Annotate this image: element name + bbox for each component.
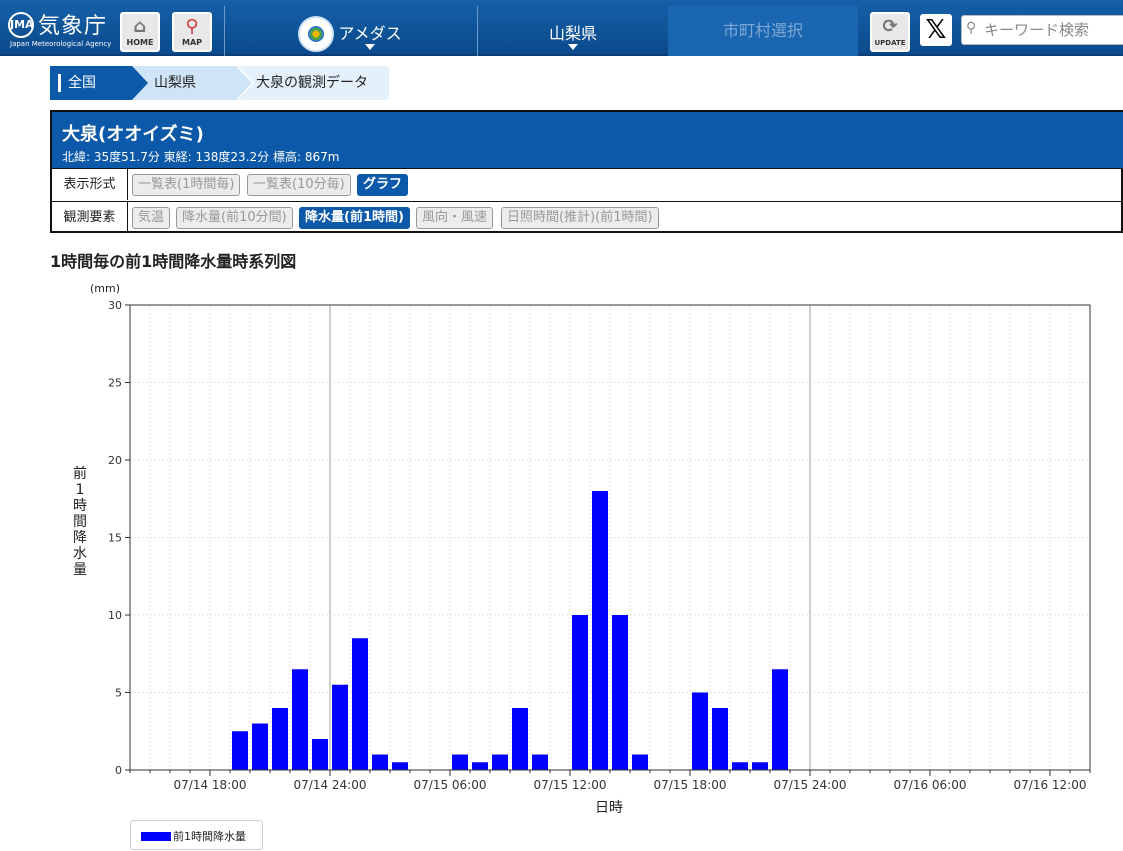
precip-bar — [492, 754, 508, 770]
y-tick-label: 15 — [108, 532, 122, 545]
precip-bar — [472, 762, 488, 770]
x-tick-label: 07/15 24:00 — [774, 778, 847, 792]
nav-prefecture-menu[interactable]: 山梨県 — [478, 6, 668, 56]
precip-bar — [512, 708, 528, 770]
y-tick-label: 20 — [108, 454, 122, 467]
refresh-icon: ⟳ — [882, 16, 898, 37]
precip-bar — [772, 669, 788, 770]
y-tick-label: 25 — [108, 377, 122, 390]
search-icon: ⚲ — [966, 20, 977, 36]
x-tick-label: 07/16 12:00 — [1014, 778, 1087, 792]
amedas-icon — [298, 16, 334, 52]
element-label: 観測要素 — [52, 202, 128, 233]
precip-bar — [752, 762, 768, 770]
precip-bar — [392, 762, 408, 770]
precip-bar — [712, 708, 728, 770]
x-tick-label: 07/14 18:00 — [174, 778, 247, 792]
format-hourly-table-button[interactable]: 一覧表(1時間毎) — [132, 174, 241, 196]
x-tick-label: 07/15 12:00 — [534, 778, 607, 792]
precip-bar — [732, 762, 748, 770]
logo-english: Japan Meteorological Agency — [10, 40, 112, 48]
precip-bar — [332, 684, 348, 770]
nav-amedas-label: アメダス — [338, 24, 402, 43]
precip-bar — [272, 708, 288, 770]
logo-title: 気象庁 — [38, 14, 108, 39]
nav-amedas-menu[interactable]: アメダス — [330, 6, 410, 56]
x-share-button[interactable]: 𝕏 — [920, 14, 952, 46]
element-precip-1hour-button[interactable]: 降水量(前1時間) — [299, 207, 410, 229]
station-name: 大泉(オオイズミ) — [62, 124, 204, 145]
search-input[interactable] — [984, 18, 1122, 42]
legend-label: 前1時間降水量 — [173, 830, 246, 843]
display-format-label: 表示形式 — [52, 169, 128, 200]
jma-logo[interactable]: JMA 気象庁 Japan Meteorological Agency — [4, 8, 112, 52]
chevron-down-icon — [365, 44, 375, 50]
precip-bar — [612, 615, 628, 770]
map-pin-icon: ⚲ — [185, 16, 199, 37]
station-coordinates: 北緯: 35度51.7分 東経: 138度23.2分 標高: 867m — [62, 150, 340, 164]
x-tick-label: 07/16 06:00 — [894, 778, 967, 792]
precipitation-bar-chart: 0 5 10 15 20 25 30 07/14 18:00 07/14 24:00 07/15 … — [108, 299, 1091, 792]
chart-title: 1時間毎の前1時間降水量時系列図 — [50, 252, 297, 271]
home-button[interactable]: ⌂ HOME — [120, 12, 160, 52]
precip-bar — [292, 669, 308, 770]
element-precip-10min-button[interactable]: 降水量(前10分間) — [176, 207, 293, 229]
breadcrumb-marker — [58, 74, 61, 92]
home-icon: ⌂ — [133, 16, 147, 37]
y-tick-label: 10 — [108, 609, 122, 622]
precip-bar — [592, 491, 608, 770]
precip-bar — [232, 731, 248, 770]
y-tick-label: 5 — [115, 687, 122, 700]
top-navigation-bar: JMA 気象庁 Japan Meteorological Agency ⌂ HO… — [0, 0, 1123, 56]
breadcrumb-item-national[interactable]: 全国 — [50, 66, 148, 100]
element-wind-button[interactable]: 風向・風速 — [416, 207, 494, 229]
y-tick-label: 0 — [115, 764, 122, 777]
update-button[interactable]: ⟳ UPDATE — [870, 12, 910, 52]
precip-bar — [532, 754, 548, 770]
precip-bar — [312, 739, 328, 770]
precip-bar — [692, 692, 708, 770]
x-tick-label: 07/14 24:00 — [294, 778, 367, 792]
precip-bar — [352, 638, 368, 770]
precip-bar — [452, 754, 468, 770]
station-header: 大泉(オオイズミ) 北緯: 35度51.7分 東経: 138度23.2分 標高:… — [52, 112, 1123, 168]
nav-city-select[interactable]: 市町村選択 — [668, 6, 858, 56]
map-label: MAP — [181, 38, 202, 47]
element-temperature-button[interactable]: 気温 — [132, 207, 171, 229]
home-label: HOME — [126, 38, 154, 47]
breadcrumb-national-label: 全国 — [68, 75, 96, 91]
element-row: 観測要素 気温 降水量(前10分間) 降水量(前1時間) 風向・風速 日照時間(… — [52, 201, 1123, 233]
display-format-row: 表示形式 一覧表(1時間毎) 一覧表(10分毎) グラフ — [52, 168, 1123, 200]
x-tick-label: 07/15 06:00 — [414, 778, 487, 792]
legend-swatch — [141, 832, 171, 841]
chart-legend[interactable]: 前1時間降水量 — [130, 820, 263, 850]
precip-bar — [632, 754, 648, 770]
precip-bar — [572, 615, 588, 770]
precip-bar — [252, 723, 268, 770]
nav-divider — [224, 6, 225, 56]
format-10min-table-button[interactable]: 一覧表(10分毎) — [247, 174, 351, 196]
map-button[interactable]: ⚲ MAP — [172, 12, 212, 52]
chevron-down-icon — [568, 44, 578, 50]
update-label: UPDATE — [874, 39, 906, 47]
jma-logo-icon: JMA — [8, 12, 34, 38]
format-graph-button[interactable]: グラフ — [357, 174, 409, 196]
search-box: ⚲ — [961, 15, 1123, 45]
x-tick-label: 07/15 18:00 — [654, 778, 727, 792]
y-tick-label: 30 — [108, 299, 122, 312]
precip-bar — [372, 754, 388, 770]
nav-prefecture-label: 山梨県 — [548, 24, 597, 43]
element-sunshine-button[interactable]: 日照時間(推計)(前1時間) — [501, 207, 659, 229]
station-panel: 大泉(オオイズミ) 北緯: 35度51.7分 東経: 138度23.2分 標高:… — [50, 110, 1123, 233]
